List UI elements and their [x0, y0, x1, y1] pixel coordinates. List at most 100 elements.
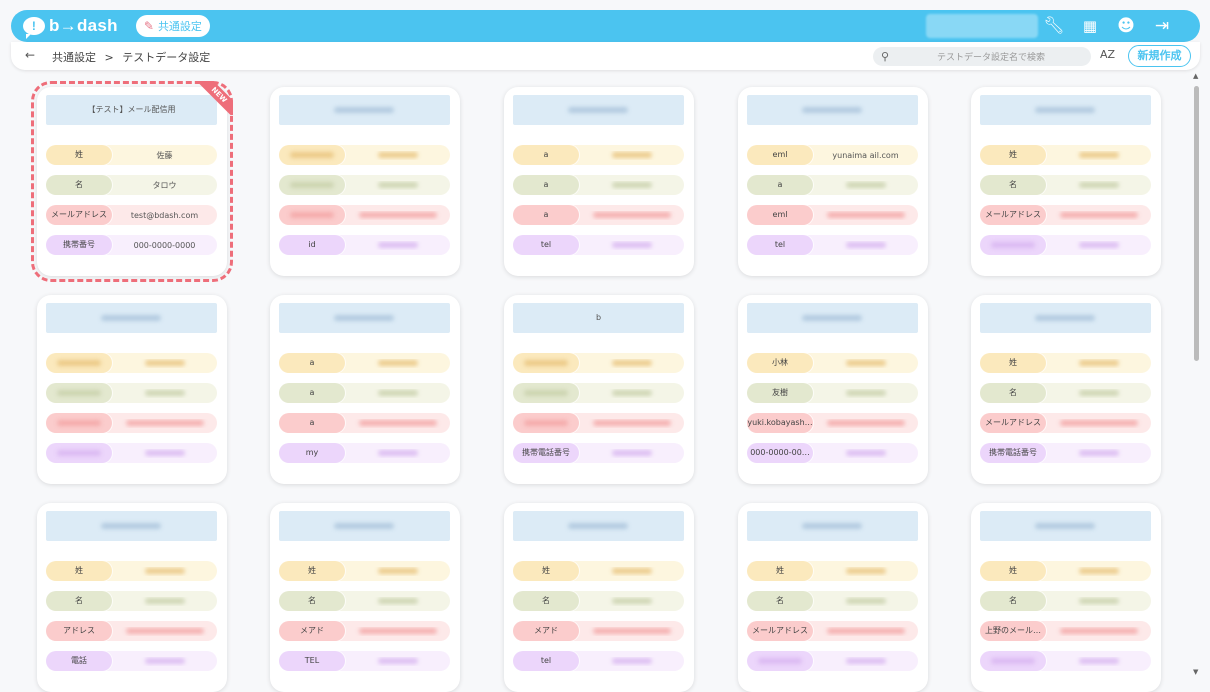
blurred-label — [991, 657, 1035, 664]
card-field-row: 姓 — [46, 561, 217, 581]
card-field-row: 姓 — [513, 561, 684, 581]
field-value — [345, 449, 450, 458]
field-label — [513, 413, 579, 433]
card-field-row: a — [747, 175, 918, 195]
field-value — [112, 657, 217, 666]
test-data-card[interactable]: 姓名上野のメール… — [971, 503, 1161, 692]
blurred-value — [1078, 182, 1119, 188]
search-input[interactable] — [901, 51, 1082, 62]
blurred-value — [845, 598, 886, 604]
account-info-blurred[interactable] — [926, 14, 1038, 38]
field-label: 携帯番号 — [46, 235, 112, 255]
blurred-value — [611, 152, 652, 158]
field-value — [813, 419, 918, 428]
blurred-value — [826, 628, 905, 634]
card-field-row: a — [279, 353, 450, 373]
field-value — [579, 597, 684, 606]
test-data-card[interactable]: a a a my — [270, 295, 460, 484]
field-value — [1046, 359, 1151, 368]
test-data-card[interactable]: 小林 友樹 yuki.kobayash… 000-0000-00… — [738, 295, 928, 484]
field-label: 姓 — [46, 145, 112, 165]
blurred-title — [802, 523, 862, 529]
blurred-value — [611, 360, 652, 366]
field-label: a — [279, 383, 345, 403]
test-data-card[interactable]: 姓名メアド tel — [504, 503, 694, 692]
card-field-row: 名 — [980, 591, 1151, 611]
card-field-row: メールアドレス test@bdash.com — [46, 205, 217, 225]
sort-az-icon[interactable]: AZ — [1100, 48, 1115, 61]
field-value — [579, 389, 684, 398]
test-data-card[interactable]: 【テスト】メール配信用姓 佐藤名 タロウ メールアドレス test@bdash.com 携… — [31, 81, 233, 282]
test-data-card[interactable]: id — [270, 87, 460, 276]
logout-icon[interactable]: ⇥ — [1151, 15, 1173, 37]
card-field-row: tel — [747, 235, 918, 255]
breadcrumb-root[interactable]: 共通設定 — [52, 51, 96, 64]
card-field-row: tel — [513, 651, 684, 671]
blurred-value — [377, 658, 418, 664]
sub-header: ← 共通設定 > テストデータ設定 ⚲ AZ 新規作成 — [11, 42, 1200, 70]
field-label: メールアドレス — [46, 205, 112, 225]
card-field-row: my — [279, 443, 450, 463]
field-value — [813, 359, 918, 368]
field-label: tel — [513, 235, 579, 255]
field-label: tel — [747, 235, 813, 255]
scroll-up-arrow-icon[interactable]: ▲ — [1193, 72, 1198, 80]
blurred-value — [1059, 420, 1138, 426]
blurred-value — [1078, 390, 1119, 396]
vertical-scrollbar[interactable]: ▲ ▼ — [1193, 72, 1201, 680]
field-value — [813, 389, 918, 398]
wrench-icon[interactable]: 🔧︎ — [1043, 15, 1065, 37]
blurred-title — [334, 315, 394, 321]
test-data-card[interactable]: 姓名メールアドレス — [971, 87, 1161, 276]
field-value — [1046, 449, 1151, 458]
test-data-card[interactable]: 姓名メールアドレス 携帯電話番号 — [971, 295, 1161, 484]
field-label: アドレス — [46, 621, 112, 641]
search-box[interactable]: ⚲ — [873, 47, 1091, 66]
card-field-row: id — [279, 235, 450, 255]
field-label: 携帯電話番号 — [513, 443, 579, 463]
field-value — [813, 567, 918, 576]
field-value — [112, 419, 217, 428]
card-field-row: 名 — [279, 591, 450, 611]
field-label: メールアドレス — [980, 205, 1046, 225]
test-data-card[interactable]: 姓名メールアドレス — [738, 503, 928, 692]
field-value: test@bdash.com — [130, 210, 199, 220]
field-label: a — [279, 413, 345, 433]
card-title: 【テスト】メール配信用 — [46, 95, 217, 125]
test-data-card[interactable]: a a a tel — [504, 87, 694, 276]
breadcrumb-current: テストデータ設定 — [122, 51, 211, 64]
blurred-value — [611, 182, 652, 188]
card-field-row: 携帯電話番号 — [513, 443, 684, 463]
field-label: 名 — [980, 175, 1046, 195]
field-value — [345, 419, 450, 428]
grid-apps-icon[interactable]: ▦ — [1079, 15, 1101, 37]
scrollbar-thumb[interactable] — [1194, 86, 1199, 361]
blurred-label — [57, 449, 101, 456]
new-create-button[interactable]: 新規作成 — [1128, 45, 1191, 67]
blurred-value — [1078, 242, 1119, 248]
test-data-card[interactable]: eml yunaima ail.com a eml tel — [738, 87, 928, 276]
card-field-row: メールアドレス — [980, 205, 1151, 225]
blurred-title — [1035, 315, 1095, 321]
test-data-card[interactable] — [37, 295, 227, 484]
blurred-label — [57, 359, 101, 366]
section-chip[interactable]: ✎ 共通設定 — [135, 15, 210, 37]
test-data-card[interactable]: 姓名メアド TEL — [270, 503, 460, 692]
scroll-down-arrow-icon[interactable]: ▼ — [1193, 668, 1198, 676]
blurred-label — [758, 657, 802, 664]
test-data-card[interactable]: b 携帯電話番号 — [504, 295, 694, 484]
blurred-title — [101, 523, 161, 529]
card-field-row: 名 — [980, 175, 1151, 195]
test-data-card[interactable]: 姓名アドレス 電話 — [37, 503, 227, 692]
back-arrow-icon[interactable]: ← — [25, 48, 35, 62]
card-field-row: メールアドレス — [747, 621, 918, 641]
field-value — [345, 389, 450, 398]
chatbot-icon[interactable]: ☻ — [1115, 15, 1137, 37]
bdash-logo[interactable]: ! b→dash — [23, 16, 118, 39]
field-label: a — [747, 175, 813, 195]
breadcrumb-separator: > — [104, 51, 114, 64]
card-field-row: 姓 — [980, 145, 1151, 165]
field-value — [1046, 181, 1151, 190]
field-value — [579, 181, 684, 190]
field-value — [813, 627, 918, 636]
